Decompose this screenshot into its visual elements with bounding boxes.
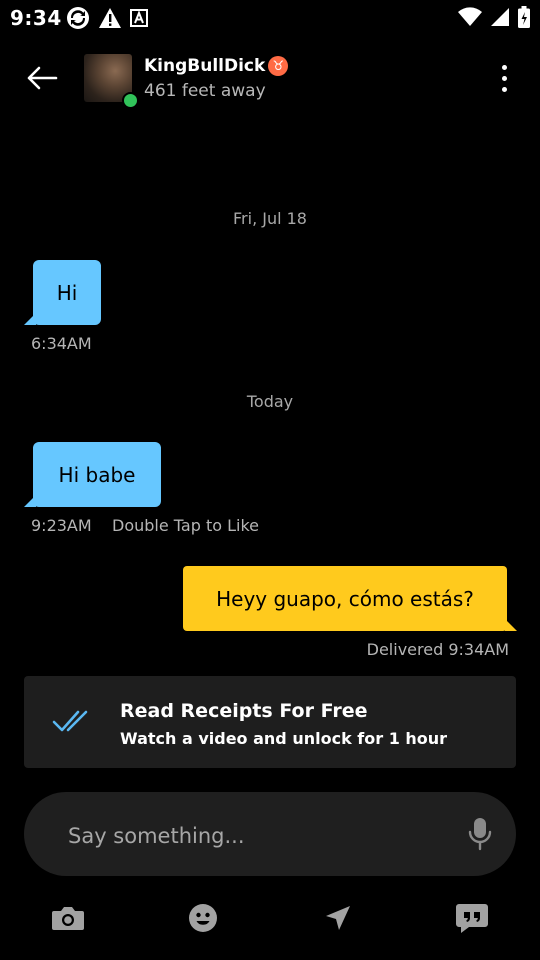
distance-label: 461 feet away <box>144 81 266 101</box>
date-separator: Today <box>246 392 294 411</box>
message-input[interactable] <box>66 818 450 854</box>
message-text: Hi <box>56 280 78 305</box>
message-text: Heyy guapo, cómo estás? <box>216 586 474 611</box>
dot <box>501 64 507 70</box>
saved-phrases-icon <box>456 904 488 933</box>
back-arrow-icon <box>27 66 58 90</box>
camera-button[interactable] <box>48 898 88 938</box>
warning-icon <box>99 8 121 28</box>
location-button[interactable] <box>318 898 358 938</box>
taurus-icon: ♉ <box>268 56 289 76</box>
status-icons-right <box>458 6 530 28</box>
read-receipts-promo[interactable] <box>24 676 516 768</box>
status-icons-left <box>66 6 148 30</box>
username: KingBullDick <box>144 56 266 76</box>
back-button[interactable] <box>22 58 62 98</box>
wifi-icon <box>458 7 482 27</box>
more-options-button[interactable] <box>492 58 516 98</box>
message-text: Hi babe <box>58 462 136 487</box>
double-check-icon <box>52 710 88 732</box>
status-time: 9:34 <box>10 6 62 30</box>
battery-icon <box>518 6 530 28</box>
bubble-tail <box>505 619 517 631</box>
double-tap-hint: Double Tap to Like <box>112 516 259 535</box>
profile-name[interactable]: KingBullDick ♉ <box>144 56 289 76</box>
delivery-status: Delivered 9:34AM <box>366 640 509 659</box>
message-time: 6:34AM <box>31 334 92 353</box>
dot <box>501 86 507 92</box>
voice-message-button[interactable] <box>466 814 494 854</box>
camera-icon <box>52 907 84 930</box>
microphone-icon <box>468 818 492 851</box>
dot <box>501 75 507 81</box>
location-icon <box>326 906 350 930</box>
message-bubble-incoming[interactable]: Hi <box>33 260 101 325</box>
date-separator: Fri, Jul 18 <box>233 209 307 228</box>
promo-title: Read Receipts For Free <box>120 700 368 722</box>
online-indicator <box>122 92 139 109</box>
sync-icon <box>67 7 89 29</box>
message-time: 9:23AM <box>31 516 92 535</box>
emoji-icon <box>189 904 217 932</box>
message-bubble-incoming[interactable]: Hi babe <box>33 442 161 507</box>
message-bubble-outgoing[interactable]: Heyy guapo, cómo estás? <box>183 566 507 631</box>
emoji-button[interactable] <box>183 898 223 938</box>
signal-icon <box>491 8 509 26</box>
saved-phrases-button[interactable] <box>452 898 492 938</box>
font-a-icon <box>130 9 148 27</box>
promo-subtitle: Watch a video and unlock for 1 hour <box>120 729 448 748</box>
